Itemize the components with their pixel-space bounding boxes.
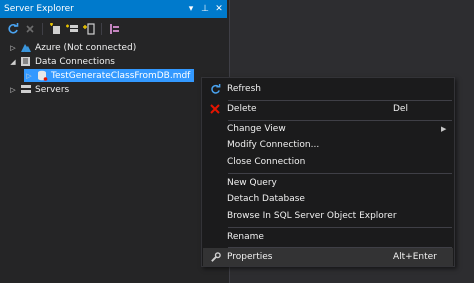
menu-item-delete[interactable]: Delete Del	[203, 100, 453, 118]
menu-label: Refresh	[227, 84, 261, 94]
context-menu: Refresh Delete Del Change View ▶ Modify …	[201, 77, 455, 267]
tree-node-data-connections[interactable]: ◢ Data Connections	[8, 55, 115, 68]
data-connections-icon	[20, 56, 32, 67]
menu-label: Delete	[227, 104, 257, 114]
collapse-arrow-icon[interactable]: ◢	[8, 58, 18, 66]
close-icon[interactable]: ✕	[213, 0, 225, 18]
toolbar-separator	[101, 22, 102, 35]
connect-to-sharepoint-icon[interactable]	[82, 22, 96, 36]
tree-label: Azure (Not connected)	[35, 42, 137, 53]
menu-item-refresh[interactable]: Refresh	[203, 80, 453, 98]
tree-node-servers[interactable]: ▷ Servers	[8, 83, 69, 96]
menu-label: Properties	[227, 252, 273, 262]
menu-label: Modify Connection...	[227, 140, 320, 150]
menu-label: Browse In SQL Server Object Explorer	[227, 211, 397, 221]
refresh-icon[interactable]	[6, 22, 20, 36]
panel-title: Server Explorer	[4, 4, 74, 14]
expand-arrow-icon[interactable]: ▷	[8, 44, 18, 52]
azure-icon	[20, 42, 32, 53]
menu-label: Change View	[227, 124, 286, 134]
connect-to-server-icon[interactable]	[65, 22, 79, 36]
server-explorer-panel: Server Explorer ▾ ⊥ ✕ ▷ Azure (Not conne…	[0, 0, 230, 283]
expand-arrow-icon[interactable]: ▷	[8, 86, 18, 94]
menu-label: Rename	[227, 232, 264, 242]
menu-label: Close Connection	[227, 157, 306, 167]
connect-to-azure-icon[interactable]	[107, 22, 121, 36]
pin-icon[interactable]: ⊥	[199, 0, 211, 18]
servers-icon	[20, 84, 32, 95]
connect-to-database-icon[interactable]	[48, 22, 62, 36]
stop-refresh-icon[interactable]	[23, 22, 37, 36]
tree-label: TestGenerateClassFromDB.mdf	[51, 70, 191, 81]
database-icon	[36, 70, 48, 81]
menu-shortcut: Del	[393, 104, 408, 114]
tree-label: Servers	[35, 84, 70, 95]
window-position-dropdown-icon[interactable]: ▾	[185, 0, 197, 18]
tree-label: Data Connections	[35, 56, 115, 67]
menu-item-rename[interactable]: Rename	[203, 228, 453, 246]
delete-icon	[203, 104, 227, 114]
wrench-icon	[203, 251, 227, 263]
submenu-arrow-icon: ▶	[441, 125, 447, 133]
panel-toolbar	[0, 19, 227, 38]
expand-arrow-icon[interactable]: ▷	[24, 72, 34, 80]
menu-item-properties[interactable]: Properties Alt+Enter	[203, 248, 453, 266]
menu-shortcut: Alt+Enter	[393, 252, 437, 262]
menu-item-browse-sql-server[interactable]: Browse In SQL Server Object Explorer	[203, 207, 453, 225]
menu-item-modify-connection[interactable]: Modify Connection...	[203, 136, 453, 154]
tree-node-azure[interactable]: ▷ Azure (Not connected)	[8, 41, 136, 54]
menu-item-detach-database[interactable]: Detach Database	[203, 190, 453, 208]
refresh-icon	[203, 83, 227, 95]
menu-label: Detach Database	[227, 194, 305, 204]
menu-item-close-connection[interactable]: Close Connection	[203, 153, 453, 171]
menu-label: New Query	[227, 178, 277, 188]
panel-titlebar[interactable]: Server Explorer ▾ ⊥ ✕	[0, 0, 227, 18]
tree-node-db-file[interactable]: ▷ TestGenerateClassFromDB.mdf	[24, 69, 195, 82]
toolbar-separator	[42, 22, 43, 35]
